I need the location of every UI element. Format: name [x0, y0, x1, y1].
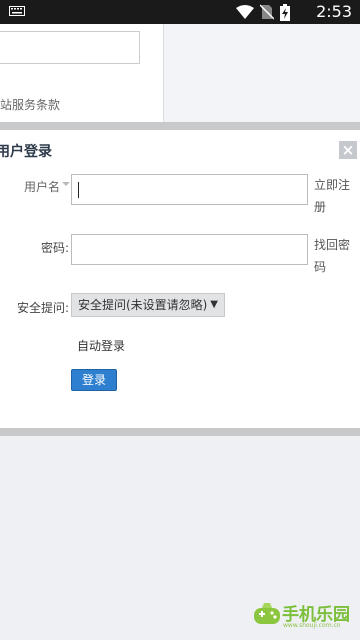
dropdown-arrow-icon: ▼ [210, 299, 218, 310]
security-question-value: 安全提问(未设置请忽略) [78, 298, 208, 312]
keyboard-icon [9, 6, 25, 16]
username-input[interactable] [71, 174, 308, 205]
watermark-logo: 手机乐园 www.shouji.com.cn [252, 600, 356, 632]
background-page-right [164, 24, 360, 122]
overlay-border-top [0, 122, 360, 130]
text-cursor [78, 182, 79, 198]
wifi-icon [236, 5, 254, 19]
security-question-label: 安全提问: [17, 301, 70, 315]
gamepad-icon [254, 603, 280, 624]
background-input[interactable] [0, 31, 140, 64]
register-link[interactable]: 立即注册 [314, 174, 354, 218]
security-question-select[interactable]: 安全提问(未设置请忽略) ▼ [71, 293, 225, 317]
close-icon[interactable]: × [339, 141, 357, 159]
password-label: 密码: [41, 241, 70, 255]
username-label: 用户名 [24, 180, 61, 194]
recover-password-link[interactable]: 找回密码 [314, 234, 354, 278]
login-dialog: 用户登录 × 用户名 立即注册 密码: 找回密码 安全提问: 安全提问(未设置请… [0, 130, 360, 428]
password-input[interactable] [71, 234, 308, 265]
chevron-down-icon[interactable] [62, 182, 70, 186]
clock: 2:53 [316, 2, 352, 21]
dialog-title: 用户登录 [0, 144, 52, 160]
watermark-subtext: www.shouji.com.cn [283, 622, 341, 629]
login-button[interactable]: 登录 [71, 369, 117, 391]
overlay-border-bottom [0, 428, 360, 436]
auto-login-label[interactable]: 自动登录 [77, 337, 125, 354]
battery-charging-icon [280, 3, 290, 21]
status-bar: 2:53 [0, 0, 360, 24]
terms-link[interactable]: 站服务条款 [0, 96, 60, 113]
no-sim-icon [260, 4, 274, 20]
